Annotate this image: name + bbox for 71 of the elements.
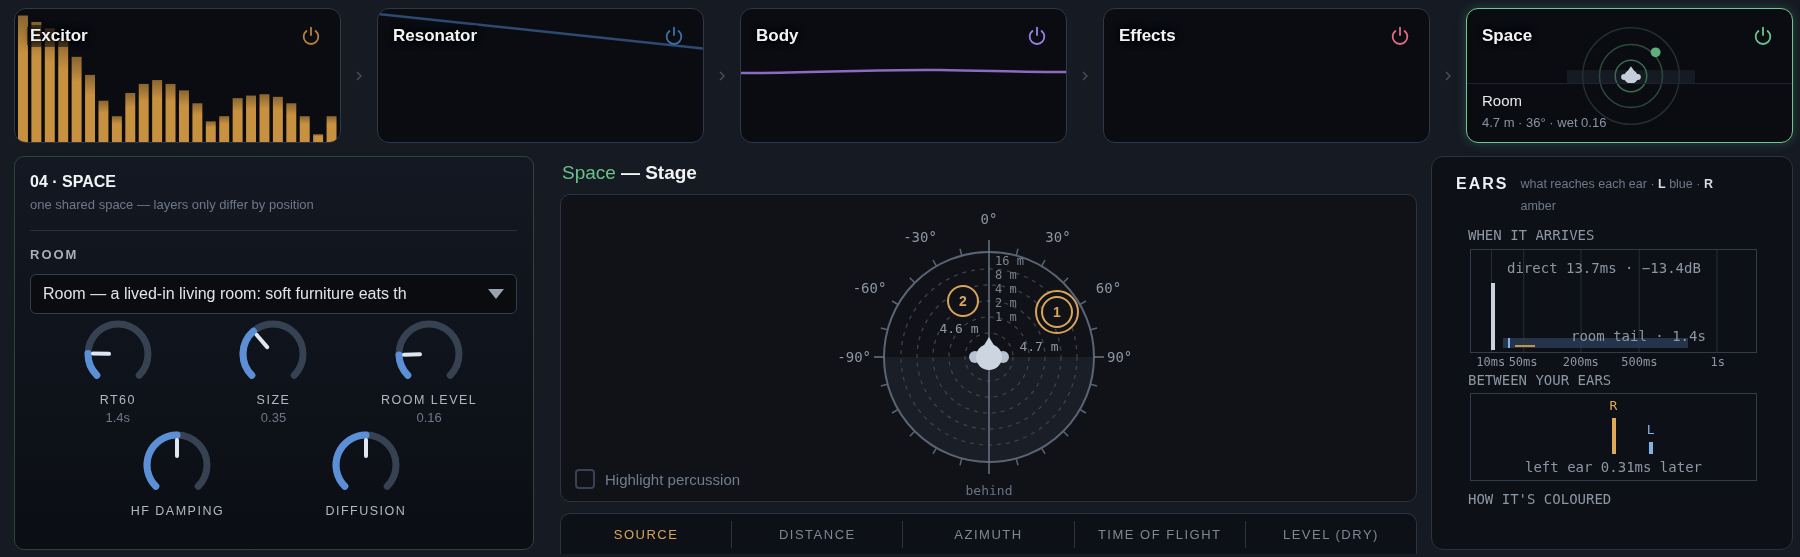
module-card[interactable]: Effects [1103,8,1430,143]
angle-label: -30° [902,229,937,246]
source-marker[interactable]: 1 [1034,290,1079,334]
view-title: — Stage [620,162,697,184]
panel-subtitle: one shared space — layers only differ by position [30,197,315,212]
angle-label: 0° [980,211,997,227]
distance-ring-label: 1 m [994,310,1017,324]
room-tail-label: room tail · 1.4s [1571,328,1706,344]
section-heading: WHEN IT ARRIVES [1468,227,1596,243]
direct-sound-label: direct 13.7ms · −13.4dB [1507,260,1701,276]
power-icon[interactable] [1752,25,1774,47]
chevron-icon [719,70,725,81]
knob-label: DIFFUSION [325,504,407,518]
chevron-icon [1445,70,1451,81]
room-summary: 4.7 m · 36° · wet 0.16 [1482,115,1608,130]
checkbox-label: Highlight percussion [605,470,741,488]
source-distance: 4.7 m [1018,339,1059,354]
tab[interactable]: DISTANCE [731,520,903,548]
angle-label: 90° [1106,349,1132,365]
knob-value: 0.35 [260,410,287,425]
angle-label: -60° [852,280,886,296]
tab[interactable]: LEVEL (DRY) [1244,520,1416,548]
axis-tick-label: 50ms [1508,355,1538,369]
axis-tick-label: 10ms [1476,355,1506,369]
knob-value: 1.4s [105,410,131,425]
panel-title: 04 · SPACE [30,173,117,191]
power-icon[interactable] [1389,25,1411,47]
tab[interactable]: AZIMUTH [902,520,1074,548]
panel-subtitle: what reaches each ear · L blue · R amber [1520,176,1714,215]
section-heading: BETWEEN YOUR EARS [1468,372,1613,388]
angle-label: 60° [1095,280,1121,296]
chevron-icon [356,70,362,81]
distance-ring-label: 2 m [994,296,1017,310]
panel-title: EARS [1456,175,1509,193]
axis-tick-label: 500ms [1621,355,1658,369]
section-label: ROOM [30,247,80,262]
knob-label: SIZE [256,393,291,407]
distance-ring-label: 16 m [994,254,1024,268]
power-icon[interactable] [663,25,685,47]
delay-caption: left ear 0.31ms later [1524,459,1703,475]
chevron-icon [1082,70,1088,81]
axis-tick-label: 1s [1710,355,1725,369]
room-select[interactable]: Room — a lived-in living room: soft furniture eats th [30,274,517,314]
module-card[interactable]: Body [740,8,1067,143]
ear-label: R [1609,398,1618,413]
source-marker[interactable]: 2 [946,285,979,317]
power-icon[interactable] [300,25,322,47]
distance-ring-label: 4 m [994,282,1017,296]
checkbox[interactable] [575,469,595,489]
section-heading: HOW IT'S COLOURED [1468,491,1613,507]
module-card[interactable]: Resonator [377,8,704,143]
knob-label: HF DAMPING [130,504,225,518]
rear-label: behind [965,483,1012,498]
caret-icon [488,289,504,299]
axis-tick-label: 200ms [1562,355,1599,369]
power-icon[interactable] [1026,25,1048,47]
angle-label: -90° [836,349,871,365]
room-name: Room [1482,92,1523,109]
source-distance: 4.6 m [938,321,979,336]
listener-head-icon [968,337,1009,370]
knob-value: 0.16 [416,410,442,425]
distance-ring-label: 8 m [994,268,1017,282]
tab[interactable]: TIME OF FLIGHT [1073,520,1245,548]
knob-label: ROOM LEVEL [381,393,478,407]
section-name: Space [562,162,616,184]
knob-label: RT60 [99,393,136,407]
module-card[interactable]: Excitor [14,8,341,143]
ear-label: L [1646,422,1655,437]
tab[interactable]: SOURCE [561,520,732,548]
module-card[interactable]: Space Room 4.7 m · 36° · wet 0.16 [1466,8,1793,143]
angle-label: 30° [1044,229,1071,246]
